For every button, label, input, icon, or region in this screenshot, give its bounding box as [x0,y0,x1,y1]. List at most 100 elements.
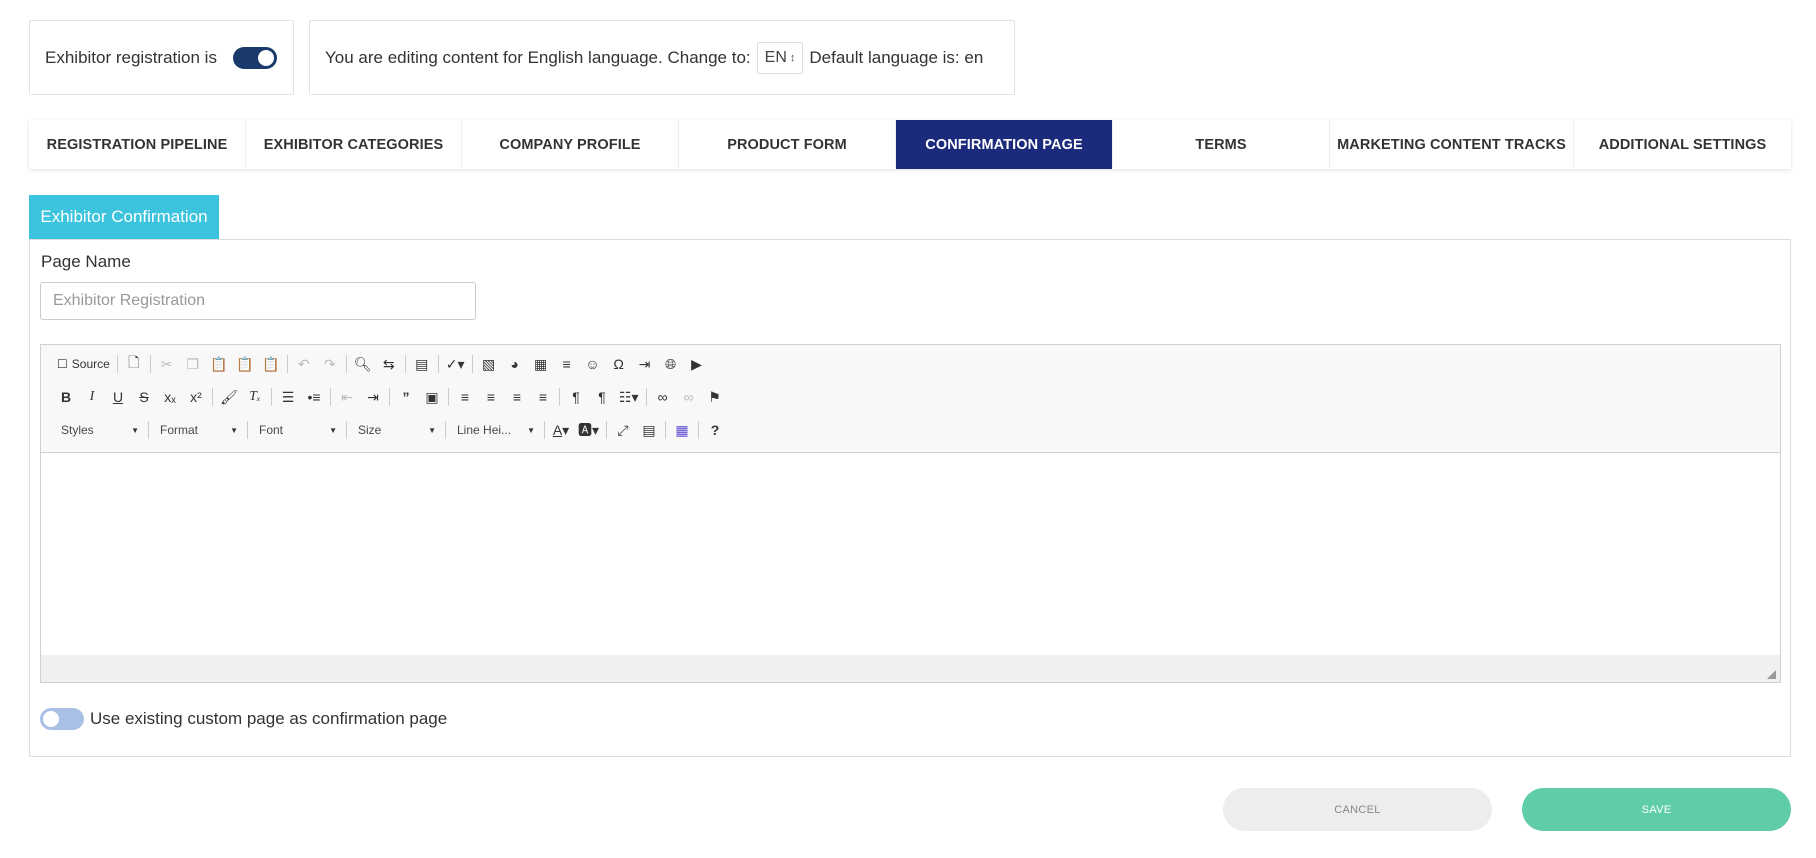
new-page-icon[interactable]: 🗋 [121,352,147,376]
help-icon[interactable]: ? [702,418,728,442]
confirmation-panel: Page Name ☐Source 🗋 ✂ ❐ 📋 📋 📋 ↶ ↷ 🔍︎ ⇆ [29,239,1791,757]
editor-toolbar: ☐ Source 🗋 ✂ ❐ 📋 📋 📋 ↶ ↷ 🔍︎ ⇆ ▤ ✓▾ ▧ ◕ ▦… [41,345,1780,453]
rich-text-editor: ☐ Source 🗋 ✂ ❐ 📋 📋 📋 ↶ ↷ 🔍︎ ⇆ ▤ ✓▾ ▧ ◕ ▦… [40,344,1781,683]
justify-icon[interactable]: ≡ [530,385,556,409]
underline-icon[interactable]: U [105,385,131,409]
tab-company-profile[interactable]: COMPANY PROFILE [462,120,679,169]
background-color-icon[interactable]: 🅰︎▾ [574,418,603,442]
iframe-icon[interactable]: 🌐︎ [658,352,684,376]
toggle-knob [257,49,274,66]
custom-page-label: Use existing custom page as confirmation… [90,709,448,728]
select-all-icon[interactable]: ▤ [409,352,435,376]
tab-terms[interactable]: TERMS [1113,120,1330,169]
horizontal-rule-icon[interactable]: ≡ [554,352,580,376]
maximize-icon[interactable]: ⤢ [610,418,636,442]
outdent-icon[interactable]: ⇤ [334,385,360,409]
cut-icon[interactable]: ✂ [154,352,180,376]
anchor-flag-icon[interactable]: ⚑ [702,385,728,409]
font-combo[interactable]: Font ▼ [251,418,343,442]
grid-icon[interactable]: ▦ [669,418,695,442]
default-language-text: Default language is: en [809,47,984,67]
line-height-combo[interactable]: Line Hei... ▼ [449,418,541,442]
ltr-icon[interactable]: ¶ [563,385,589,409]
toolbar-separator [698,421,700,439]
show-blocks-icon[interactable]: ▤ [636,418,662,442]
flash-icon[interactable]: ◕ [502,352,528,376]
chevron-down-icon: ▼ [428,425,436,435]
language-code: EN [764,48,787,66]
chevron-down-icon: ▼ [527,425,535,435]
div-container-icon[interactable]: ▣ [419,385,445,409]
toolbar-separator [330,388,331,406]
copy-icon[interactable]: ❐ [180,352,206,376]
toolbar-separator [149,355,151,373]
link-icon[interactable]: ∞ [650,385,676,409]
editor-status-bar [41,655,1780,682]
custom-page-toggle[interactable] [40,708,84,730]
registration-toggle[interactable] [232,46,277,69]
page-break-icon[interactable]: ⇥ [632,352,658,376]
chevron-down-icon: ▼ [329,425,337,435]
format-label: Format [160,423,199,437]
text-color-icon[interactable]: A ▾ [548,418,574,442]
tab-registration-pipeline[interactable]: REGISTRATION PIPELINE [29,120,246,169]
strikethrough-icon[interactable]: S [131,385,157,409]
source-button[interactable]: ☐ Source [53,352,114,376]
remove-format-icon[interactable]: Tₓ [242,385,268,409]
tab-confirmation-page[interactable]: CONFIRMATION PAGE [896,120,1113,169]
blockquote-icon[interactable]: ” [393,385,419,409]
superscript-icon[interactable]: x² [183,385,209,409]
source-icon: ☐ [57,357,68,371]
paste-icon[interactable]: 📋 [206,352,232,376]
toolbar-row-1: ☐ Source 🗋 ✂ ❐ 📋 📋 📋 ↶ ↷ 🔍︎ ⇆ ▤ ✓▾ ▧ ◕ ▦… [53,351,710,377]
registration-status-box: Exhibitor registration is [29,20,294,95]
undo-icon[interactable]: ↶ [291,352,317,376]
image-icon[interactable]: ▧ [476,352,502,376]
align-center-icon[interactable]: ≡ [478,385,504,409]
editor-content-area[interactable] [41,453,1780,656]
save-button[interactable]: SAVE [1522,788,1791,831]
toolbar-separator [389,388,390,406]
replace-icon[interactable]: ⇆ [376,352,402,376]
size-combo[interactable]: Size ▼ [350,418,442,442]
cancel-button[interactable]: CANCEL [1223,788,1492,831]
styles-combo[interactable]: Styles ▼ [53,418,145,442]
toolbar-separator [544,421,545,439]
tab-product-form[interactable]: PRODUCT FORM [679,120,896,169]
page-name-input[interactable] [40,282,476,320]
paste-word-icon[interactable]: 📋 [258,352,284,376]
special-char-icon[interactable]: Ω [606,352,632,376]
bold-icon[interactable]: B [53,385,79,409]
indent-icon[interactable]: ⇥ [360,385,386,409]
numbered-list-icon[interactable]: ☰ [275,385,301,409]
smiley-icon[interactable]: ☺ [580,352,606,376]
font-label: Font [259,423,284,437]
styles-label: Styles [61,423,94,437]
format-combo[interactable]: Format ▼ [152,418,244,442]
toolbar-separator [559,388,560,406]
tab-marketing-content-tracks[interactable]: MARKETING CONTENT TRACKS [1330,120,1574,169]
table-icon[interactable]: ▦ [528,352,554,376]
toggle-knob [43,711,59,727]
redo-icon[interactable]: ↷ [317,352,343,376]
rtl-icon[interactable]: ¶ [589,385,615,409]
spellcheck-icon[interactable]: ✓▾ [442,352,469,376]
line-height-label: Line Hei... [457,423,512,437]
subscript-icon[interactable]: xₓ [157,385,183,409]
italic-icon[interactable]: I [79,385,105,409]
bulleted-list-icon[interactable]: •≡ [301,385,327,409]
youtube-icon[interactable]: ▶ [684,352,710,376]
find-icon[interactable]: 🔍︎ [350,352,376,376]
language-selector[interactable]: EN ↕ [756,41,804,74]
toolbar-separator [404,355,406,373]
align-left-icon[interactable]: ≡ [452,385,478,409]
tab-exhibitor-categories[interactable]: EXHIBITOR CATEGORIES [246,120,462,169]
unlink-icon[interactable]: ∞ [676,385,702,409]
toolbar-separator [212,388,213,406]
copy-format-icon[interactable]: 🖌︎ [216,385,242,409]
resize-handle-icon[interactable] [1767,670,1776,679]
paste-text-icon[interactable]: 📋 [232,352,258,376]
language-icon[interactable]: ☷▾ [615,385,643,409]
align-right-icon[interactable]: ≡ [504,385,530,409]
tab-additional-settings[interactable]: ADDITIONAL SETTINGS [1574,120,1791,169]
